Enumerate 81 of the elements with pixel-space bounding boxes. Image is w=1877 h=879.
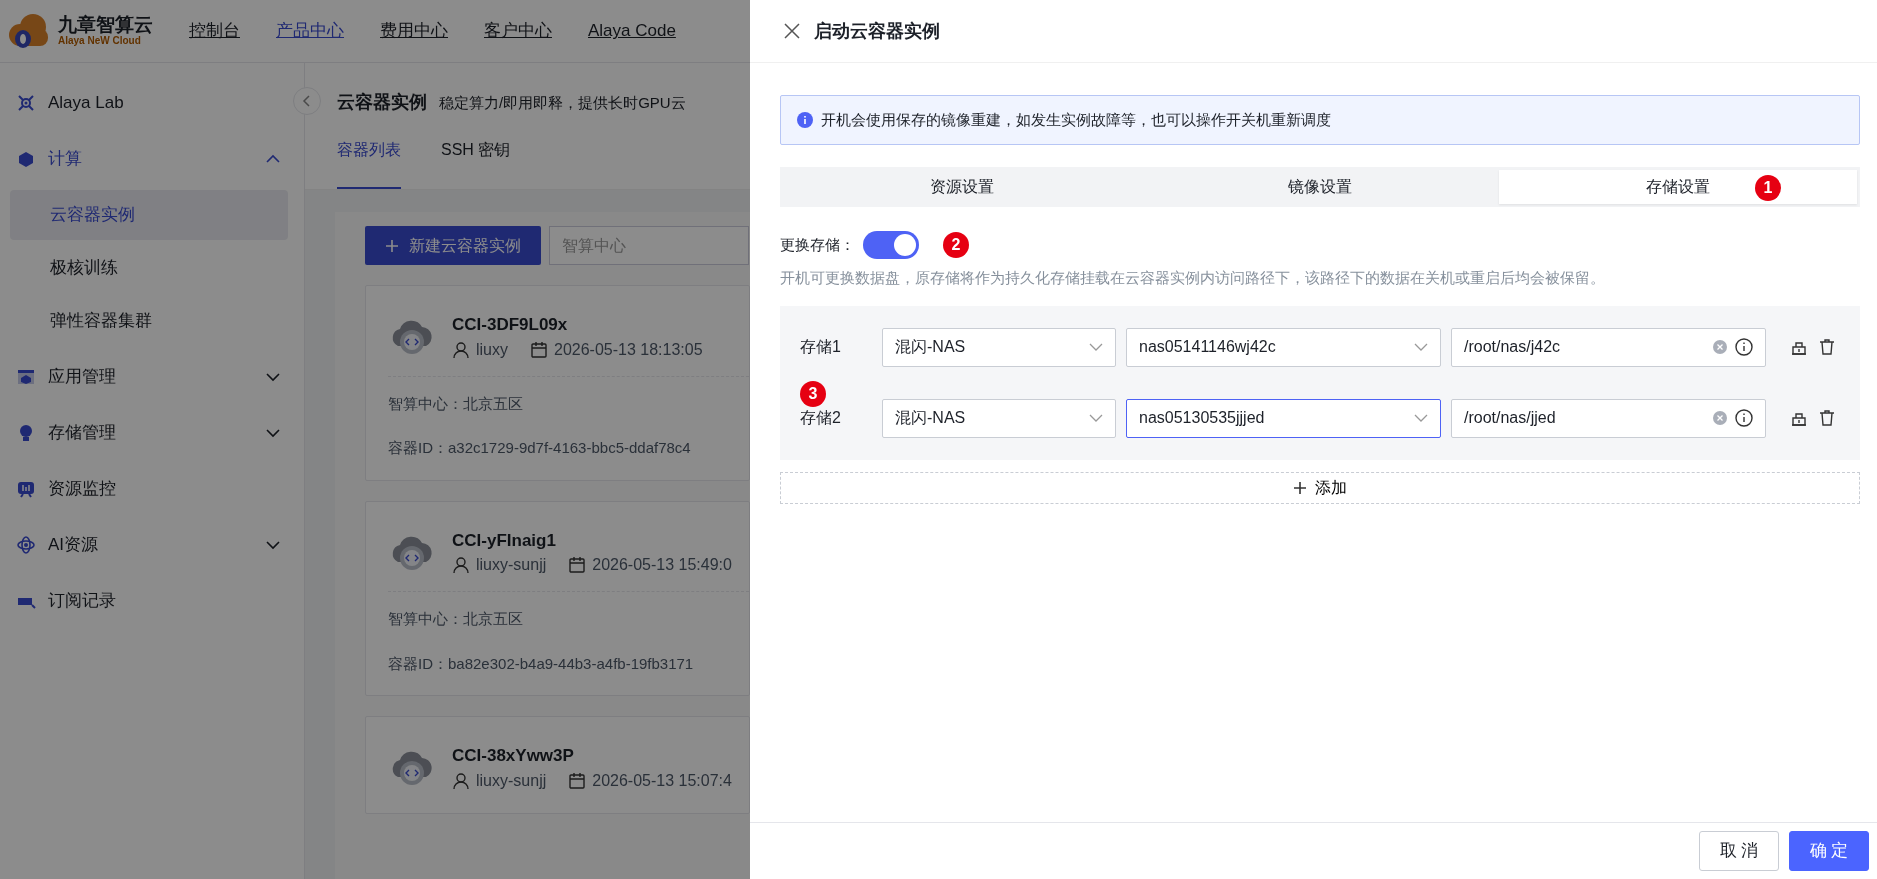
user-name: liuxy-sunjj (476, 555, 547, 575)
instance-name: CCI-38xYww3P (452, 745, 575, 767)
user-icon (452, 556, 470, 574)
info-text: 容器ID：ba82e302-b4a9-44b3-a4fb-19fb3171 (388, 653, 695, 674)
nav-link[interactable]: 控制台 (189, 18, 240, 44)
user-name: liuxy-sunjj (476, 770, 547, 791)
type-select[interactable]: 混闪-NAS (882, 398, 1116, 438)
nav-link[interactable]: 产品中心 (276, 18, 344, 44)
info-icon (1735, 338, 1753, 356)
drawer-title: 启动云容器实例 (814, 19, 940, 43)
tab[interactable]: 资源设置 (783, 170, 1141, 204)
type-select[interactable]: 混闪-NAS (882, 327, 1116, 367)
confirm-button[interactable]: 确 定 (1789, 831, 1869, 871)
plus-icon (1293, 480, 1307, 495)
nav-link[interactable]: Alaya Code (588, 18, 676, 44)
sidebar-item[interactable]: 存储管理 (0, 405, 304, 461)
filter-field[interactable]: 智算中心 (549, 226, 749, 265)
calendar-icon (530, 340, 548, 359)
user-icon (452, 340, 470, 359)
plus-icon (385, 238, 399, 253)
chevron-down-icon (1089, 414, 1103, 422)
sidebar-item[interactable]: 资源监控 (0, 461, 304, 517)
created-time: 2026-05-13 15:07:4 (592, 770, 732, 791)
instance-name: CCI-yFInaig1 (452, 529, 557, 552)
instance-name: CCI-3DF9L09x (452, 314, 569, 336)
tab[interactable]: SSH 密钥 (441, 138, 511, 189)
storage-label: 存储1 (800, 337, 842, 357)
alert-text: 开机会使用保存的镜像重建，如发生实例故障等，也可以操作开关机重新调度 (821, 109, 1331, 130)
trash-icon[interactable] (1818, 338, 1836, 356)
sidebar-item[interactable]: 应用管理 (0, 349, 304, 405)
switch-label: 更换存储： (780, 234, 855, 255)
sidebar-subitem[interactable]: 极核训练 (10, 243, 288, 293)
monitor-icon (16, 479, 36, 499)
volume-select[interactable]: nas05141146wj42c (1126, 327, 1441, 367)
step-marker: 3 (800, 380, 826, 407)
close-icon (784, 23, 800, 39)
chevron-down-icon (1414, 414, 1428, 422)
atom-icon (16, 535, 36, 555)
path-field[interactable]: /root/nas/jjed (1451, 398, 1766, 438)
step-marker: 1 (1755, 175, 1781, 201)
sidebar-subitem[interactable]: 弹性容器集群 (10, 296, 288, 346)
target-icon (16, 93, 36, 113)
info-text: 智算中心：北京五区 (388, 591, 749, 631)
sidebar-subitem[interactable]: 云容器实例 (10, 190, 288, 240)
user-icon (452, 771, 470, 790)
page-subtitle: 稳定算力/即用即释，提供长时GPU云 (439, 93, 686, 113)
new-instance-button[interactable]: 新建云容器实例 (365, 226, 541, 265)
close-button[interactable] (784, 23, 800, 39)
sidebar-item[interactable]: AI资源 (0, 517, 304, 573)
cube-icon (16, 149, 36, 169)
app-window-icon (16, 367, 36, 387)
volume-select[interactable]: nas05130535jjjed (1126, 398, 1441, 438)
cancel-button[interactable]: 取 消 (1699, 831, 1779, 871)
tab[interactable]: 镜像设置 (1141, 170, 1499, 204)
toggle-switch[interactable] (863, 231, 919, 259)
created-time: 2026-05-13 18:13:05 (554, 339, 703, 360)
help-text: 开机可更换数据盘，原存储将作为持久化存储挂载在云容器实例内访问路径下，该路径下的数据在关机或重启后均会被保留。 (780, 268, 1606, 288)
trash-icon[interactable] (1818, 409, 1836, 427)
info-icon (1735, 409, 1753, 427)
info-icon (797, 112, 813, 128)
calendar-icon (568, 556, 587, 574)
storage-label: 存储2 (800, 408, 842, 428)
page-title: 云容器实例 (337, 91, 427, 114)
sidebar-item[interactable]: 计算 (0, 131, 304, 187)
info-text: 智算中心：北京五区 (388, 375, 749, 415)
logo-tagline: Alaya NeW Cloud (58, 35, 142, 48)
logo-name: 九章智算云 (58, 14, 153, 36)
nav-link[interactable]: 客户中心 (484, 18, 552, 44)
info-text: 容器ID：a32c1729-9d7f-4163-bbc5-ddaf78c4 (388, 438, 692, 458)
step-marker: 2 (943, 232, 969, 258)
user-name: liuxy (476, 339, 508, 360)
chevron-down-icon (1414, 343, 1428, 351)
nav-link[interactable]: 费用中心 (380, 18, 448, 44)
chevron-left-icon (302, 95, 312, 107)
chevron-down-icon (1089, 343, 1103, 351)
tab[interactable]: 存储设置 1 (1499, 170, 1857, 204)
path-field[interactable]: /root/nas/j42c (1451, 327, 1766, 367)
created-time: 2026-05-13 15:49:0 (592, 555, 732, 575)
add-button[interactable]: 添加 (780, 471, 1860, 504)
sidebar-item[interactable]: 订阅记录 (0, 573, 304, 629)
calendar-icon (568, 771, 587, 790)
